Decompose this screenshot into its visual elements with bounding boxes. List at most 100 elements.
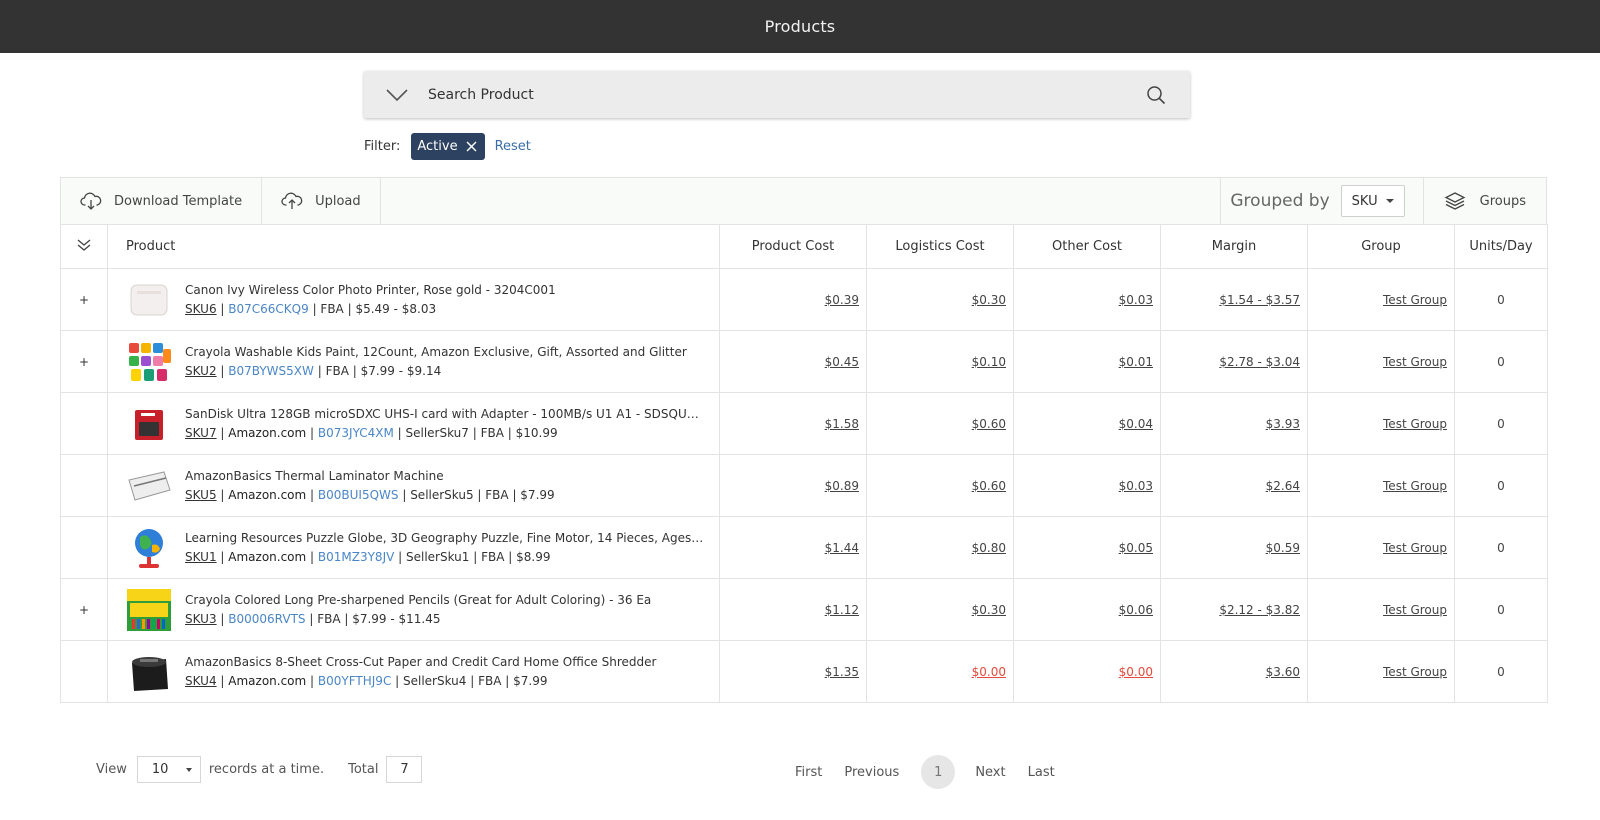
expand-row-button[interactable]: + (60, 330, 108, 393)
reset-filter-link[interactable]: Reset (495, 139, 531, 154)
sku-link[interactable]: SKU6 (185, 302, 217, 316)
other-cost-link[interactable]: $0.05 (1119, 541, 1153, 555)
margin-link[interactable]: $1.54 - $3.57 (1219, 293, 1300, 307)
sku-link[interactable]: SKU3 (185, 612, 217, 626)
other-cost-link[interactable]: $0.00 (1119, 665, 1153, 679)
product-info: SanDisk Ultra 128GB microSDXC UHS-I card… (185, 405, 705, 443)
grouped-by-value: SKU (1351, 193, 1378, 209)
product-cell: AmazonBasics Thermal Laminator Machine S… (108, 460, 719, 512)
product-cost-link[interactable]: $1.35 (825, 665, 859, 679)
expand-all-header[interactable] (60, 224, 108, 269)
logistics-cost-link[interactable]: $0.60 (972, 479, 1006, 493)
asin-link[interactable]: B01MZ3Y8JV (318, 550, 394, 564)
table-row: + Crayola Washable Kids Paint, 12Count, … (60, 330, 1548, 393)
product-cost-link[interactable]: $0.39 (825, 293, 859, 307)
product-info: AmazonBasics 8-Sheet Cross-Cut Paper and… (185, 653, 705, 691)
download-template-button[interactable]: Download Template (61, 178, 263, 224)
product-cost-link[interactable]: $1.58 (825, 417, 859, 431)
sku-link[interactable]: SKU1 (185, 550, 217, 564)
logistics-cost-link[interactable]: $0.00 (972, 665, 1006, 679)
asin-link[interactable]: B00YFTHJ9C (318, 674, 391, 688)
asin-link[interactable]: B07C66CKQ9 (228, 302, 308, 316)
records-per-page-select[interactable]: 10 (136, 755, 201, 783)
filter-chip-active[interactable]: Active (411, 132, 485, 160)
other-cost-link[interactable]: $0.04 (1119, 417, 1153, 431)
group-link[interactable]: Test Group (1383, 355, 1447, 369)
product-thumbnail (126, 646, 172, 698)
other-cost-link[interactable]: $0.03 (1119, 293, 1153, 307)
column-header-group[interactable]: Group (1307, 224, 1455, 269)
group-link[interactable]: Test Group (1383, 541, 1447, 555)
seller-sku: SellerSku1 (406, 549, 470, 564)
asin-link[interactable]: B073JYC4XM (318, 426, 394, 440)
column-header-product-cost[interactable]: Product Cost (719, 224, 867, 269)
search-icon[interactable] (1144, 83, 1168, 107)
pagination-last[interactable]: Last (1028, 765, 1055, 780)
margin-link[interactable]: $2.64 (1266, 479, 1300, 493)
search-bar[interactable]: Search Product (364, 71, 1190, 118)
group-link[interactable]: Test Group (1383, 293, 1447, 307)
pagination-first[interactable]: First (795, 765, 822, 780)
product-cell: SanDisk Ultra 128GB microSDXC UHS-I card… (108, 398, 719, 450)
asin-link[interactable]: B00BUI5QWS (318, 488, 399, 502)
sku-link[interactable]: SKU5 (185, 488, 217, 502)
sku-link[interactable]: SKU2 (185, 364, 217, 378)
asin-link[interactable]: B07BYWS5XW (228, 364, 314, 378)
product-cost-link[interactable]: $0.45 (825, 355, 859, 369)
expand-row-button[interactable]: + (60, 268, 108, 331)
other-cost-link[interactable]: $0.03 (1119, 479, 1153, 493)
chevron-down-icon[interactable] (384, 85, 410, 105)
margin-link[interactable]: $3.60 (1266, 665, 1300, 679)
product-info: Crayola Colored Long Pre-sharpened Penci… (185, 591, 705, 629)
products-table: Product Product Cost Logistics Cost Othe… (60, 224, 1548, 703)
pagination-next[interactable]: Next (975, 765, 1005, 780)
pagination-current-page[interactable]: 1 (921, 755, 956, 789)
table-row: + Crayola Colored Long Pre-sharpened Pen… (60, 578, 1548, 641)
sku-link[interactable]: SKU4 (185, 674, 217, 688)
margin-link[interactable]: $2.12 - $3.82 (1219, 603, 1300, 617)
column-header-units-day[interactable]: Units/Day (1454, 224, 1548, 269)
logistics-cost-link[interactable]: $0.30 (972, 603, 1006, 617)
table-toolbar: Download Template Upload Grouped by SKU … (60, 177, 1547, 225)
margin-link[interactable]: $2.78 - $3.04 (1219, 355, 1300, 369)
column-header-logistics-cost[interactable]: Logistics Cost (866, 224, 1014, 269)
seller-sku: SellerSku5 (410, 487, 474, 502)
records-label: records at a time. (208, 761, 325, 777)
column-header-product[interactable]: Product (107, 224, 720, 269)
close-icon[interactable] (466, 141, 477, 152)
group-link[interactable]: Test Group (1383, 417, 1447, 431)
double-chevron-down-icon[interactable] (76, 239, 92, 256)
logistics-cost-link[interactable]: $0.30 (972, 293, 1006, 307)
sku-link[interactable]: SKU7 (185, 426, 217, 440)
product-cost-link[interactable]: $0.89 (825, 479, 859, 493)
group-link[interactable]: Test Group (1383, 479, 1447, 493)
table-row: + Canon Ivy Wireless Color Photo Printer… (60, 268, 1548, 331)
marketplace: Amazon.com (228, 487, 307, 502)
other-cost-link[interactable]: $0.01 (1119, 355, 1153, 369)
product-title: AmazonBasics Thermal Laminator Machine (185, 468, 444, 483)
asin-link[interactable]: B00006RVTS (228, 612, 305, 626)
margin-link[interactable]: $3.93 (1266, 417, 1300, 431)
column-header-margin[interactable]: Margin (1160, 224, 1308, 269)
product-cost-link[interactable]: $1.12 (825, 603, 859, 617)
table-row: AmazonBasics Thermal Laminator Machine S… (60, 454, 1548, 517)
column-header-other-cost[interactable]: Other Cost (1013, 224, 1161, 269)
grouped-by-select[interactable]: SKU (1340, 185, 1405, 217)
logistics-cost-link[interactable]: $0.10 (972, 355, 1006, 369)
product-cost-link[interactable]: $1.44 (825, 541, 859, 555)
filter-chip-label: Active (417, 138, 458, 154)
expand-row-button[interactable]: + (60, 578, 108, 641)
logistics-cost-link[interactable]: $0.60 (972, 417, 1006, 431)
search-input[interactable]: Search Product (428, 87, 1144, 103)
grouped-by-control: Grouped by SKU (1220, 178, 1424, 224)
logistics-cost-link[interactable]: $0.80 (972, 541, 1006, 555)
margin-link[interactable]: $0.59 (1266, 541, 1300, 555)
upload-button[interactable]: Upload (262, 178, 381, 224)
group-link[interactable]: Test Group (1383, 603, 1447, 617)
product-info: Learning Resources Puzzle Globe, 3D Geog… (185, 529, 705, 567)
seller-sku: SellerSku7 (405, 425, 469, 440)
other-cost-link[interactable]: $0.06 (1119, 603, 1153, 617)
groups-button[interactable]: Groups (1424, 178, 1546, 224)
group-link[interactable]: Test Group (1383, 665, 1447, 679)
pagination-previous[interactable]: Previous (844, 765, 899, 780)
